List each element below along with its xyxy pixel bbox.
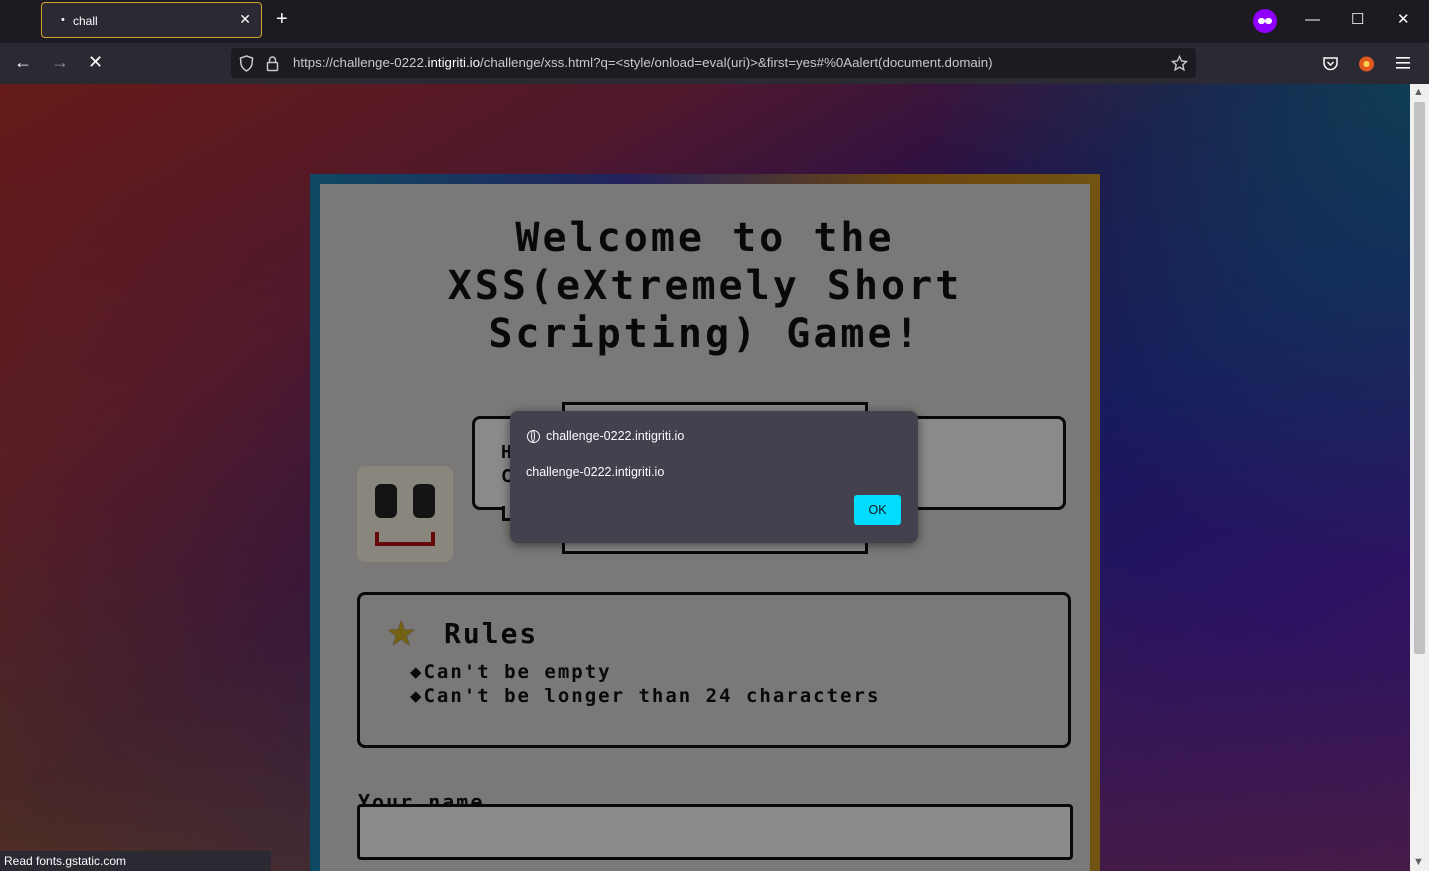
forward-button[interactable]: → (51, 51, 69, 73)
scroll-down-arrow-icon[interactable]: ▼ (1413, 857, 1424, 868)
minimize-button[interactable]: — (1305, 10, 1320, 30)
bookmark-star-icon[interactable] (1171, 55, 1188, 72)
ok-button[interactable]: OK (854, 495, 901, 525)
window-close-button[interactable]: ✕ (1397, 10, 1410, 30)
menu-icon[interactable] (1395, 56, 1411, 70)
extension-icon[interactable] (1357, 54, 1376, 73)
back-button[interactable]: ← (14, 51, 32, 73)
tab-bar: • chall ✕ + — ☐ ✕ (0, 0, 1429, 43)
url-text[interactable]: https://challenge-0222.intigriti.io/chal… (293, 55, 993, 70)
url-prefix: https://challenge-0222. (293, 55, 428, 70)
scroll-up-arrow-icon[interactable]: ▲ (1413, 87, 1424, 98)
url-domain: intigriti.io (427, 55, 481, 70)
tab-close-icon[interactable]: ✕ (239, 11, 251, 28)
tab-chall[interactable]: • chall ✕ (41, 2, 262, 38)
dialog-message: challenge-0222.intigriti.io (526, 465, 665, 479)
status-bar: Read fonts.gstatic.com (0, 851, 271, 871)
dialog-origin: challenge-0222.intigriti.io (546, 429, 685, 443)
stop-button[interactable]: ✕ (88, 51, 103, 73)
pocket-icon[interactable] (1322, 55, 1339, 72)
address-bar[interactable]: https://challenge-0222.intigriti.io/chal… (231, 48, 1196, 78)
private-browsing-icon (1253, 9, 1277, 33)
vertical-scrollbar[interactable]: ▲ ▼ (1410, 84, 1429, 871)
new-tab-button[interactable]: + (276, 9, 288, 29)
tab-loading-indicator: • (61, 14, 65, 26)
scrollbar-thumb[interactable] (1414, 102, 1425, 654)
tab-title: chall (73, 14, 98, 28)
lock-icon[interactable] (266, 55, 279, 72)
shield-icon[interactable] (239, 55, 254, 72)
alert-dialog: challenge-0222.intigriti.io challenge-02… (510, 411, 918, 543)
url-path: /challenge/xss.html?q=<style/onload=eval… (480, 55, 993, 70)
globe-icon (527, 430, 540, 443)
maximize-button[interactable]: ☐ (1351, 10, 1364, 30)
navigation-toolbar: ← → ✕ https://challenge-0222.intigriti.i… (0, 43, 1429, 84)
